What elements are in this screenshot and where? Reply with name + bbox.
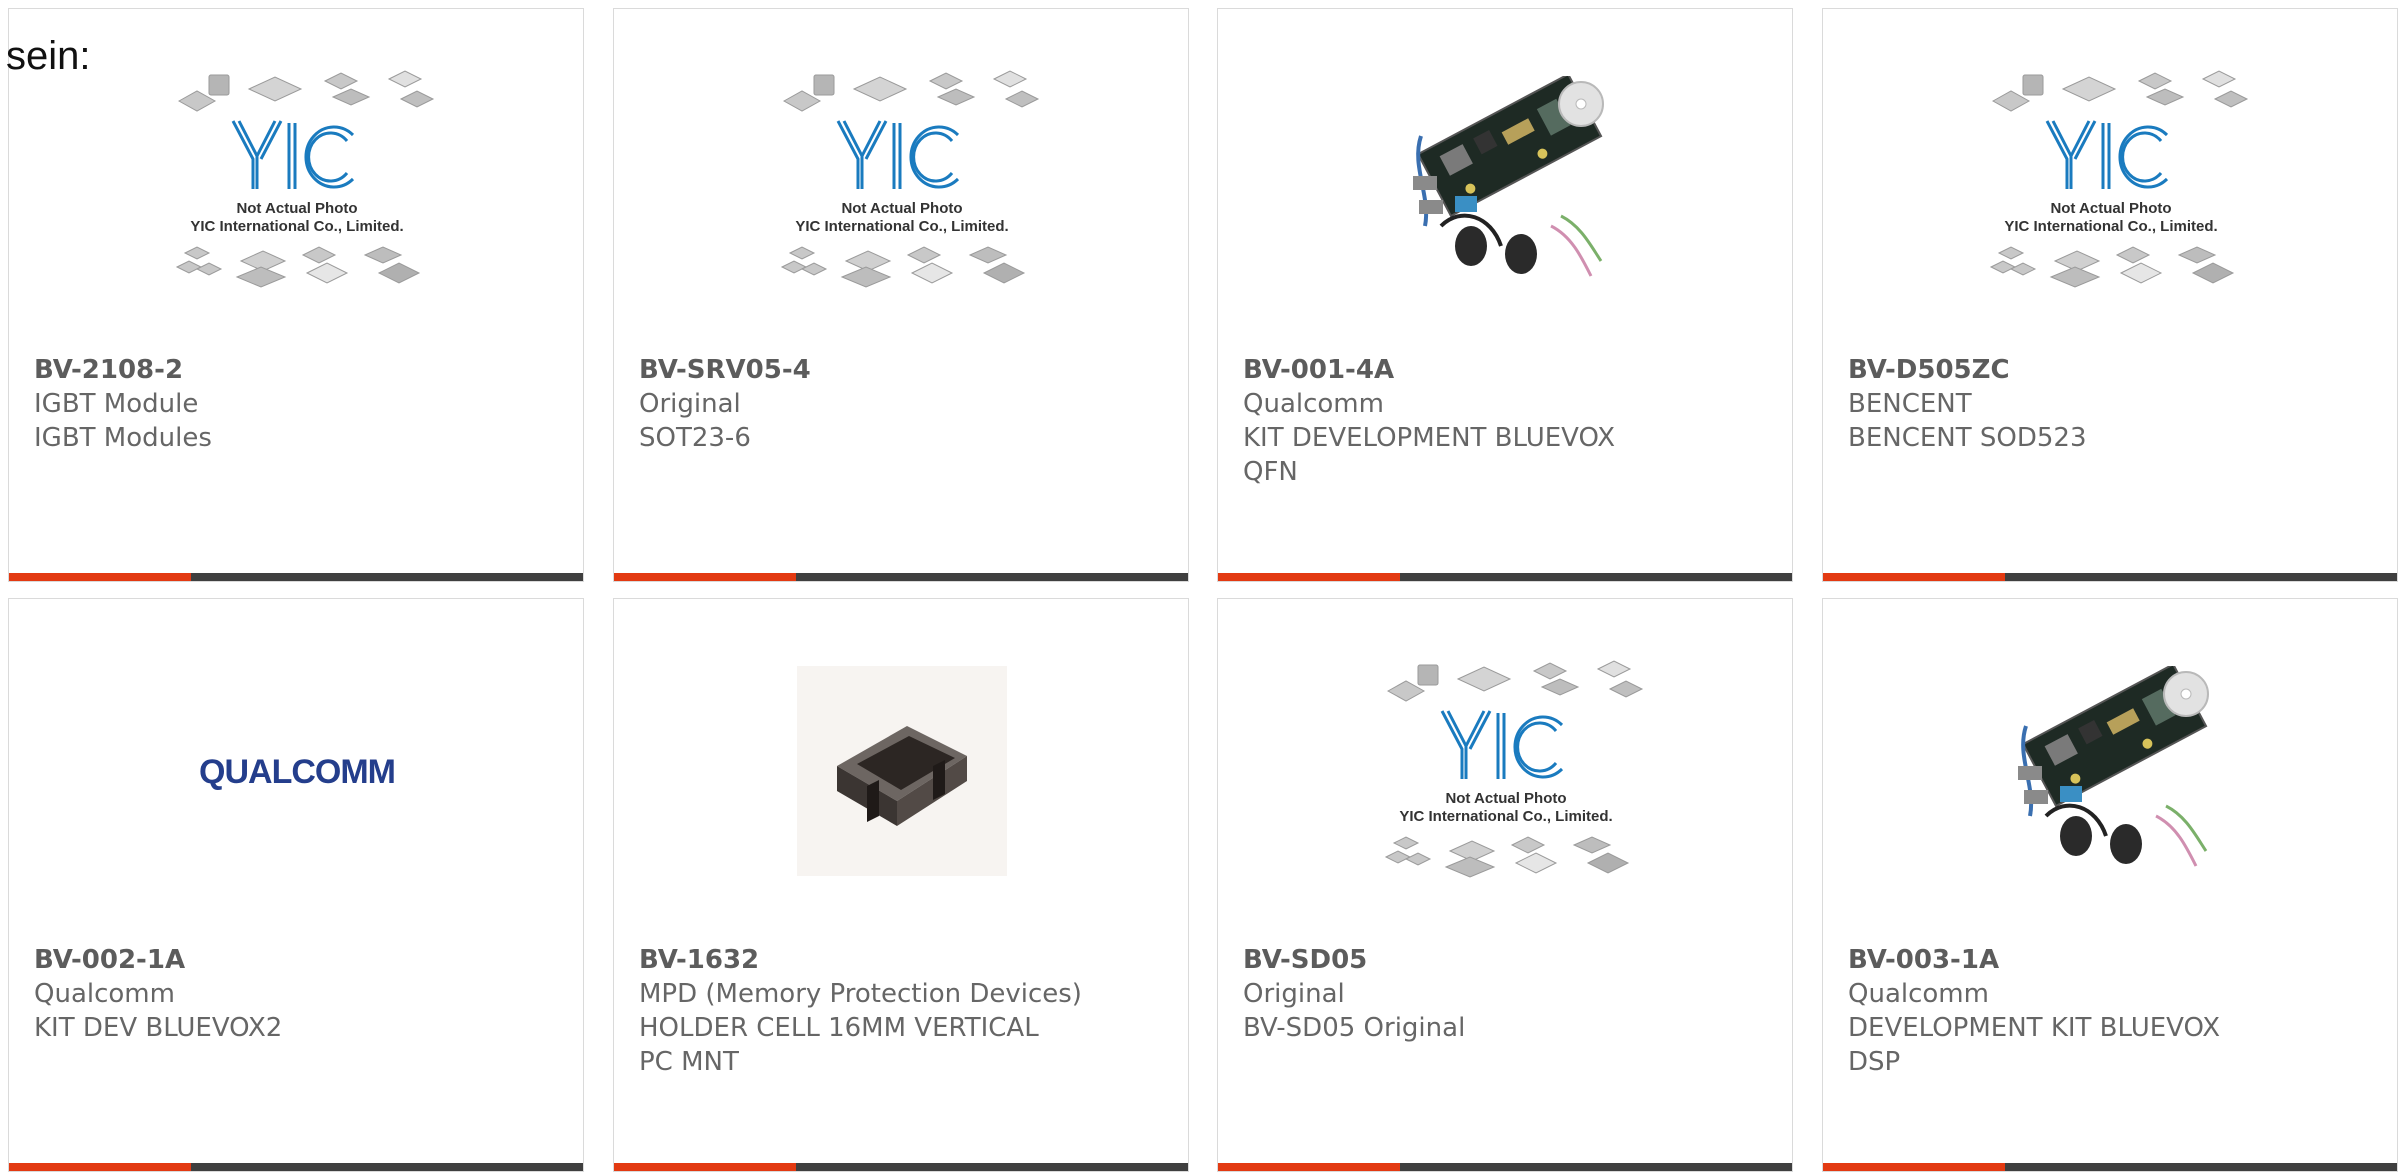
card-bottom-bar: [1823, 1163, 2397, 1171]
description-line: DSP: [1848, 1047, 1901, 1077]
product-image[interactable]: Not Actual Photo YIC International Co., …: [1358, 651, 1654, 891]
placeholder-line2: YIC International Co., Limited.: [1399, 808, 1612, 825]
product-description: Qualcomm DEVELOPMENT KIT BLUEVOX DSP: [1848, 977, 2377, 1079]
description-line: Qualcomm: [1243, 389, 1384, 419]
description-line: HOLDER CELL 16MM VERTICAL: [639, 1013, 1039, 1043]
description-line: Original: [1243, 979, 1345, 1009]
part-number[interactable]: BV-D505ZC: [1848, 353, 2377, 387]
part-number[interactable]: BV-1632: [639, 943, 1168, 977]
card-accent-bar: [1218, 1163, 1400, 1171]
card-accent-bar: [1823, 1163, 2005, 1171]
dev-kit-photo: [1401, 76, 1611, 286]
card-bottom-bar: [1218, 573, 1792, 581]
product-info: BV-1632 MPD (Memory Protection Devices) H…: [639, 943, 1168, 1079]
description-line: BV-SD05 Original: [1243, 1013, 1466, 1043]
product-info: BV-D505ZC BENCENT BENCENT SOD523: [1848, 353, 2377, 455]
product-description: Qualcomm KIT DEVELOPMENT BLUEVOX QFN: [1243, 387, 1772, 489]
product-info: BV-2108-2 IGBT Module IGBT Modules: [34, 353, 563, 455]
description-line: BENCENT: [1848, 389, 1972, 419]
part-number[interactable]: BV-2108-2: [34, 353, 563, 387]
product-info: BV-002-1A Qualcomm KIT DEV BLUEVOX2: [34, 943, 563, 1045]
description-line: KIT DEV BLUEVOX2: [34, 1013, 283, 1043]
part-number[interactable]: BV-001-4A: [1243, 353, 1772, 387]
description-line: QFN: [1243, 457, 1298, 487]
description-line: PC MNT: [639, 1047, 739, 1077]
dev-kit-photo: [2006, 666, 2216, 876]
product-info: BV-SD05 Original BV-SD05 Original: [1243, 943, 1772, 1045]
card-bottom-bar: [1218, 1163, 1792, 1171]
product-image[interactable]: [1358, 61, 1654, 301]
card-accent-bar: [9, 573, 191, 581]
description-line: Qualcomm: [1848, 979, 1989, 1009]
card-accent-bar: [1823, 573, 2005, 581]
placeholder-line2: YIC International Co., Limited.: [2004, 218, 2217, 235]
intro-text: sein:: [6, 34, 91, 78]
product-description: MPD (Memory Protection Devices) HOLDER CE…: [639, 977, 1168, 1079]
card-accent-bar: [614, 1163, 796, 1171]
card-accent-bar: [1218, 573, 1400, 581]
description-line: IGBT Module: [34, 389, 199, 419]
yic-placeholder-image: Not Actual Photo YIC International Co., …: [1989, 70, 2249, 288]
product-info: BV-003-1A Qualcomm DEVELOPMENT KIT BLUEVO…: [1848, 943, 2377, 1079]
description-line: SOT23-6: [639, 423, 751, 453]
placeholder-line1: Not Actual Photo: [1445, 790, 1566, 807]
battery-holder-photo: [797, 666, 1007, 876]
placeholder-line2: YIC International Co., Limited.: [795, 218, 1008, 235]
description-line: KIT DEVELOPMENT BLUEVOX: [1243, 423, 1616, 453]
card-accent-bar: [9, 1163, 191, 1171]
qualcomm-logo-text: QUALCOMM: [199, 753, 395, 791]
card-accent-bar: [614, 573, 796, 581]
part-number[interactable]: BV-003-1A: [1848, 943, 2377, 977]
placeholder-line1: Not Actual Photo: [841, 200, 962, 217]
placeholder-line2: YIC International Co., Limited.: [190, 218, 403, 235]
product-description: Qualcomm KIT DEV BLUEVOX2: [34, 977, 563, 1045]
product-image[interactable]: [754, 651, 1050, 891]
product-description: BENCENT BENCENT SOD523: [1848, 387, 2377, 455]
card-bottom-bar: [9, 1163, 583, 1171]
placeholder-line1: Not Actual Photo: [236, 200, 357, 217]
product-image[interactable]: QUALCOMM: [149, 651, 445, 891]
description-line: MPD (Memory Protection Devices): [639, 979, 1082, 1009]
product-card-bv-2108-2[interactable]: Not Actual Photo YIC International Co., …: [8, 8, 584, 582]
product-card-bv-sd05[interactable]: Not Actual Photo YIC International Co., …: [1217, 598, 1793, 1172]
card-bottom-bar: [614, 573, 1188, 581]
description-line: Original: [639, 389, 741, 419]
product-card-bv-srv05-4[interactable]: Not Actual Photo YIC International Co., …: [613, 8, 1189, 582]
product-card-bv-003-1a[interactable]: BV-003-1A Qualcomm DEVELOPMENT KIT BLUEVO…: [1822, 598, 2398, 1172]
yic-placeholder-image: Not Actual Photo YIC International Co., …: [1384, 660, 1644, 878]
card-bottom-bar: [614, 1163, 1188, 1171]
qualcomm-logo: QUALCOMM: [199, 753, 396, 791]
description-line: BENCENT SOD523: [1848, 423, 2087, 453]
product-card-bv-d505zc[interactable]: Not Actual Photo YIC International Co., …: [1822, 8, 2398, 582]
product-card-bv-1632[interactable]: BV-1632 MPD (Memory Protection Devices) H…: [613, 598, 1189, 1172]
product-description: Original SOT23-6: [639, 387, 1168, 455]
description-line: Qualcomm: [34, 979, 175, 1009]
product-description: Original BV-SD05 Original: [1243, 977, 1772, 1045]
product-card-bv-002-1a[interactable]: QUALCOMM BV-002-1A Qualcomm KIT DEV BLUEV…: [8, 598, 584, 1172]
yic-placeholder-image: Not Actual Photo YIC International Co., …: [780, 70, 1040, 288]
product-image[interactable]: [1963, 651, 2259, 891]
product-image[interactable]: Not Actual Photo YIC International Co., …: [1963, 61, 2259, 301]
product-info: BV-SRV05-4 Original SOT23-6: [639, 353, 1168, 455]
card-bottom-bar: [9, 573, 583, 581]
description-line: DEVELOPMENT KIT BLUEVOX: [1848, 1013, 2221, 1043]
yic-placeholder-image: Not Actual Photo YIC International Co., …: [175, 70, 435, 288]
part-number[interactable]: BV-SRV05-4: [639, 353, 1168, 387]
part-number[interactable]: BV-002-1A: [34, 943, 563, 977]
product-description: IGBT Module IGBT Modules: [34, 387, 563, 455]
part-number[interactable]: BV-SD05: [1243, 943, 1772, 977]
card-bottom-bar: [1823, 573, 2397, 581]
product-image[interactable]: Not Actual Photo YIC International Co., …: [149, 61, 445, 301]
product-card-bv-001-4a[interactable]: BV-001-4A Qualcomm KIT DEVELOPMENT BLUEVO…: [1217, 8, 1793, 582]
product-image[interactable]: Not Actual Photo YIC International Co., …: [754, 61, 1050, 301]
placeholder-line1: Not Actual Photo: [2050, 200, 2171, 217]
product-info: BV-001-4A Qualcomm KIT DEVELOPMENT BLUEVO…: [1243, 353, 1772, 489]
description-line: IGBT Modules: [34, 423, 212, 453]
